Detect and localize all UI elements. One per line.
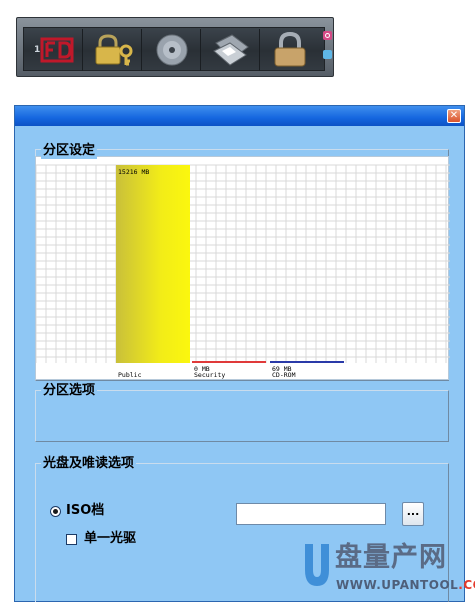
lock-key-button[interactable] <box>84 29 142 71</box>
partition-options-group <box>35 390 449 442</box>
floppy-button[interactable] <box>202 29 260 71</box>
watermark-site: WWW.UPANTOOL.COM <box>336 578 475 592</box>
u-logo-icon <box>305 544 329 586</box>
title-bar: ✕ <box>15 106 464 126</box>
watermark: 盘量产网 WWW.UPANTOOL.COM <box>302 540 475 600</box>
partition-chart: 15216 MB Public 0 MB Security 69 MB CD-ROM <box>35 156 450 380</box>
bar-category-label: Public <box>118 371 142 379</box>
bar-category-label: Security <box>194 371 225 379</box>
cd-button[interactable] <box>143 29 201 71</box>
padlock-icon <box>274 31 306 67</box>
single-drive-checkbox[interactable] <box>66 534 77 545</box>
bar-security[interactable] <box>192 361 266 363</box>
floppy-disks-icon <box>213 34 249 66</box>
watermark-site-main: WWW.UPANTOOL <box>336 578 459 592</box>
browse-button[interactable]: ... <box>402 502 424 526</box>
iso-path-input[interactable] <box>236 503 386 525</box>
toolbar-side-icons <box>323 28 333 72</box>
fd-logo-button[interactable]: 1 <box>25 29 83 71</box>
bar-value-label: 15216 MB <box>118 168 149 176</box>
power-icon[interactable] <box>323 31 332 40</box>
close-button[interactable]: ✕ <box>447 109 461 123</box>
padlock-button[interactable] <box>261 29 319 71</box>
partition-dialog: ✕ 15216 MB Public 0 MB Security 69 MB CD-ROM … <box>14 105 465 602</box>
iso-radio[interactable] <box>50 506 61 517</box>
iso-radio-dot <box>53 509 58 514</box>
single-drive-label: 单一光驱 <box>84 531 137 546</box>
bar-public[interactable] <box>116 165 190 363</box>
watermark-title: 盘量产网 <box>335 542 447 573</box>
watermark-site-suffix: .COM <box>458 578 475 592</box>
partition-options-label: 分区选项 <box>41 383 98 399</box>
cd-disc-icon <box>156 34 188 66</box>
toolbar-number-marker: 1 <box>34 45 41 55</box>
bar-category-label: CD-ROM <box>272 371 296 379</box>
partition-chart-svg: 15216 MBPublic0 MBSecurity69 MBCD-ROM <box>36 164 450 379</box>
lock-key-icon <box>95 34 133 66</box>
iso-label: ISO档 <box>66 503 105 518</box>
bar-cd-rom[interactable] <box>270 361 344 363</box>
toolbar: 1 <box>16 17 334 77</box>
eject-icon[interactable] <box>323 50 332 59</box>
toolbar-strip: 1 <box>23 27 325 71</box>
partition-settings-label: 分区设定 <box>41 143 98 159</box>
cd-readonly-label: 光盘及唯读选项 <box>41 456 137 472</box>
